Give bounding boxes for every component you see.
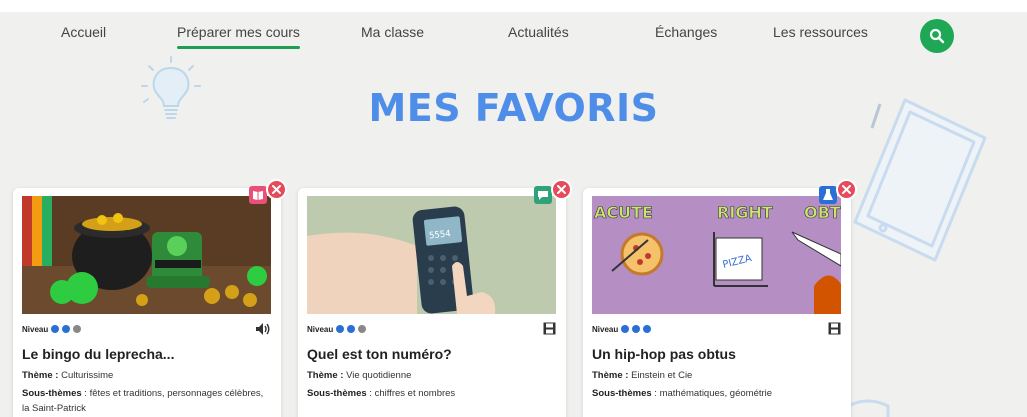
level-label: Niveau bbox=[22, 324, 49, 334]
nav-item-echanges[interactable]: Échanges bbox=[655, 24, 717, 40]
thumb-word-obtuse: OBTU bbox=[804, 203, 841, 222]
top-strip bbox=[0, 0, 1027, 12]
level-dot bbox=[632, 325, 641, 333]
level-dot bbox=[62, 325, 71, 333]
flask-icon bbox=[819, 186, 837, 204]
level-dot bbox=[347, 325, 356, 333]
theme-value: Vie quotidienne bbox=[346, 370, 412, 381]
remove-favorite-button[interactable] bbox=[551, 179, 572, 200]
level-indicator: Niveau bbox=[592, 322, 652, 336]
card-thumbnail[interactable]: 5554 bbox=[307, 196, 556, 314]
video-icon bbox=[828, 322, 841, 335]
theme-label: Thème : bbox=[22, 370, 59, 381]
subthemes-label: Sous-thèmes bbox=[22, 388, 82, 399]
card-thumbnail[interactable]: ACUTE RIGHT OBTU PIZZA bbox=[592, 196, 841, 314]
level-dot bbox=[621, 325, 630, 333]
card-theme: Thème : Vie quotidienne bbox=[307, 368, 557, 383]
theme-label: Thème : bbox=[592, 370, 629, 381]
theme-value: Culturissime bbox=[61, 370, 114, 381]
favorite-card[interactable]: ACUTE RIGHT OBTU PIZZA Niveau bbox=[583, 179, 857, 417]
level-indicator: Niveau bbox=[307, 322, 367, 336]
level-dot bbox=[51, 325, 60, 333]
card-subthemes: Sous-thèmes : chiffres et nombres bbox=[307, 386, 557, 401]
subthemes-value: : chiffres et nombres bbox=[366, 388, 456, 399]
card-theme: Thème : Einstein et Cie bbox=[592, 368, 842, 383]
leprechaun-pot-image bbox=[22, 196, 271, 314]
card-subthemes: Sous-thèmes : fêtes et traditions, perso… bbox=[22, 386, 272, 416]
thumb-word-right: RIGHT bbox=[717, 203, 773, 222]
video-icon bbox=[543, 322, 556, 335]
book-icon bbox=[249, 186, 267, 204]
favorite-card[interactable]: 5554 Niveau Quel est ton numéro? Thème :… bbox=[298, 179, 572, 417]
subthemes-label: Sous-thèmes bbox=[307, 388, 367, 399]
search-button[interactable] bbox=[920, 19, 954, 53]
level-label: Niveau bbox=[592, 324, 619, 334]
subthemes-value: : mathématiques, géométrie bbox=[651, 388, 773, 399]
card-thumbnail[interactable] bbox=[22, 196, 271, 314]
card-title[interactable]: Un hip-hop pas obtus bbox=[592, 346, 736, 362]
audio-icon bbox=[256, 323, 270, 335]
theme-label: Thème : bbox=[307, 370, 344, 381]
remove-favorite-button[interactable] bbox=[266, 179, 287, 200]
search-icon bbox=[929, 28, 945, 44]
subthemes-label: Sous-thèmes bbox=[592, 388, 652, 399]
level-dot bbox=[643, 325, 652, 333]
nav-item-ma-classe[interactable]: Ma classe bbox=[361, 24, 424, 40]
phone-in-hand-image: 5554 bbox=[307, 196, 556, 314]
thumb-word-acute: ACUTE bbox=[594, 203, 653, 222]
level-dot bbox=[73, 325, 82, 333]
card-subthemes: Sous-thèmes : mathématiques, géométrie bbox=[592, 386, 842, 401]
angles-pizza-image: ACUTE RIGHT OBTU PIZZA bbox=[592, 196, 841, 314]
nav-item-preparer-mes-cours[interactable]: Préparer mes cours bbox=[177, 24, 300, 49]
remove-favorite-button[interactable] bbox=[836, 179, 857, 200]
close-icon bbox=[272, 185, 281, 194]
level-dot bbox=[358, 325, 367, 333]
favorite-card[interactable]: Niveau Le bingo du leprecha... Thème : C… bbox=[13, 179, 287, 417]
close-icon bbox=[842, 185, 851, 194]
card-title[interactable]: Quel est ton numéro? bbox=[307, 346, 452, 362]
level-indicator: Niveau bbox=[22, 322, 82, 336]
card-title[interactable]: Le bingo du leprecha... bbox=[22, 346, 174, 362]
card-theme: Thème : Culturissime bbox=[22, 368, 272, 383]
level-dot bbox=[336, 325, 345, 333]
nav-item-accueil[interactable]: Accueil bbox=[61, 24, 106, 40]
chat-icon bbox=[534, 186, 552, 204]
theme-value: Einstein et Cie bbox=[631, 370, 693, 381]
page-title: MES FAVORIS bbox=[368, 86, 659, 130]
close-icon bbox=[557, 185, 566, 194]
level-label: Niveau bbox=[307, 324, 334, 334]
nav-item-les-ressources[interactable]: Les ressources bbox=[773, 24, 868, 40]
nav-item-actualites[interactable]: Actualités bbox=[508, 24, 569, 40]
main-nav: Accueil Préparer mes cours Ma classe Act… bbox=[0, 14, 1027, 54]
